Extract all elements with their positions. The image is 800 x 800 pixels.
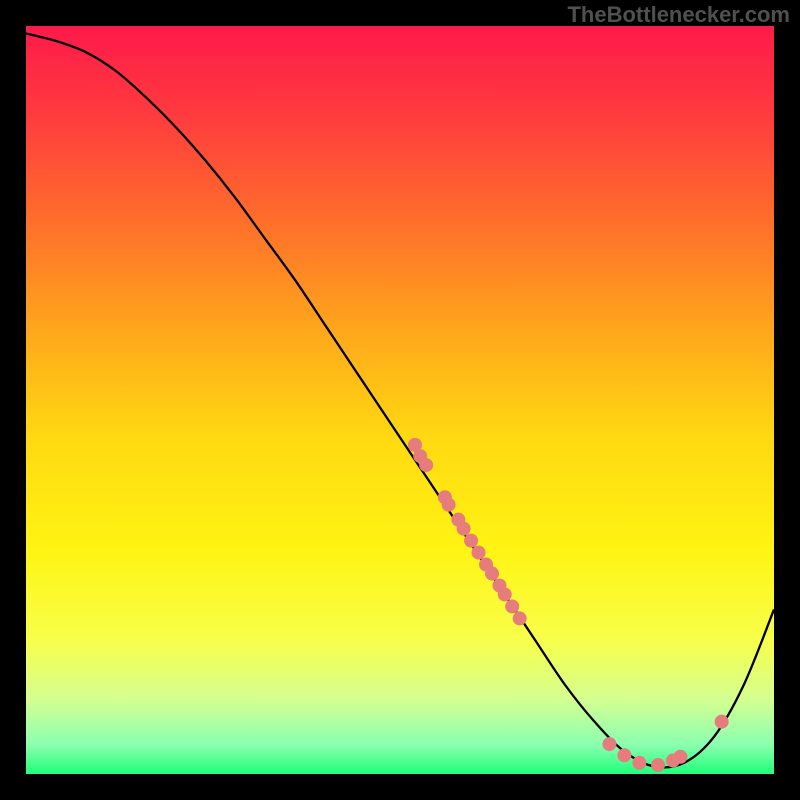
scatter-point: [513, 611, 527, 625]
scatter-point: [442, 498, 456, 512]
chart-container: [26, 26, 774, 774]
scatter-point: [715, 715, 729, 729]
scatter-point: [419, 458, 433, 472]
scatter-point: [505, 599, 519, 613]
scatter-point: [651, 758, 665, 772]
scatter-point: [457, 522, 471, 536]
scatter-point: [498, 587, 512, 601]
gradient-background: [26, 26, 774, 774]
scatter-point: [602, 737, 616, 751]
scatter-point: [617, 748, 631, 762]
scatter-point: [674, 750, 688, 764]
scatter-point: [472, 546, 486, 560]
bottleneck-chart: [26, 26, 774, 774]
scatter-point: [485, 567, 499, 581]
scatter-point: [464, 534, 478, 548]
watermark-text: TheBottlenecker.com: [567, 2, 790, 28]
scatter-point: [632, 756, 646, 770]
